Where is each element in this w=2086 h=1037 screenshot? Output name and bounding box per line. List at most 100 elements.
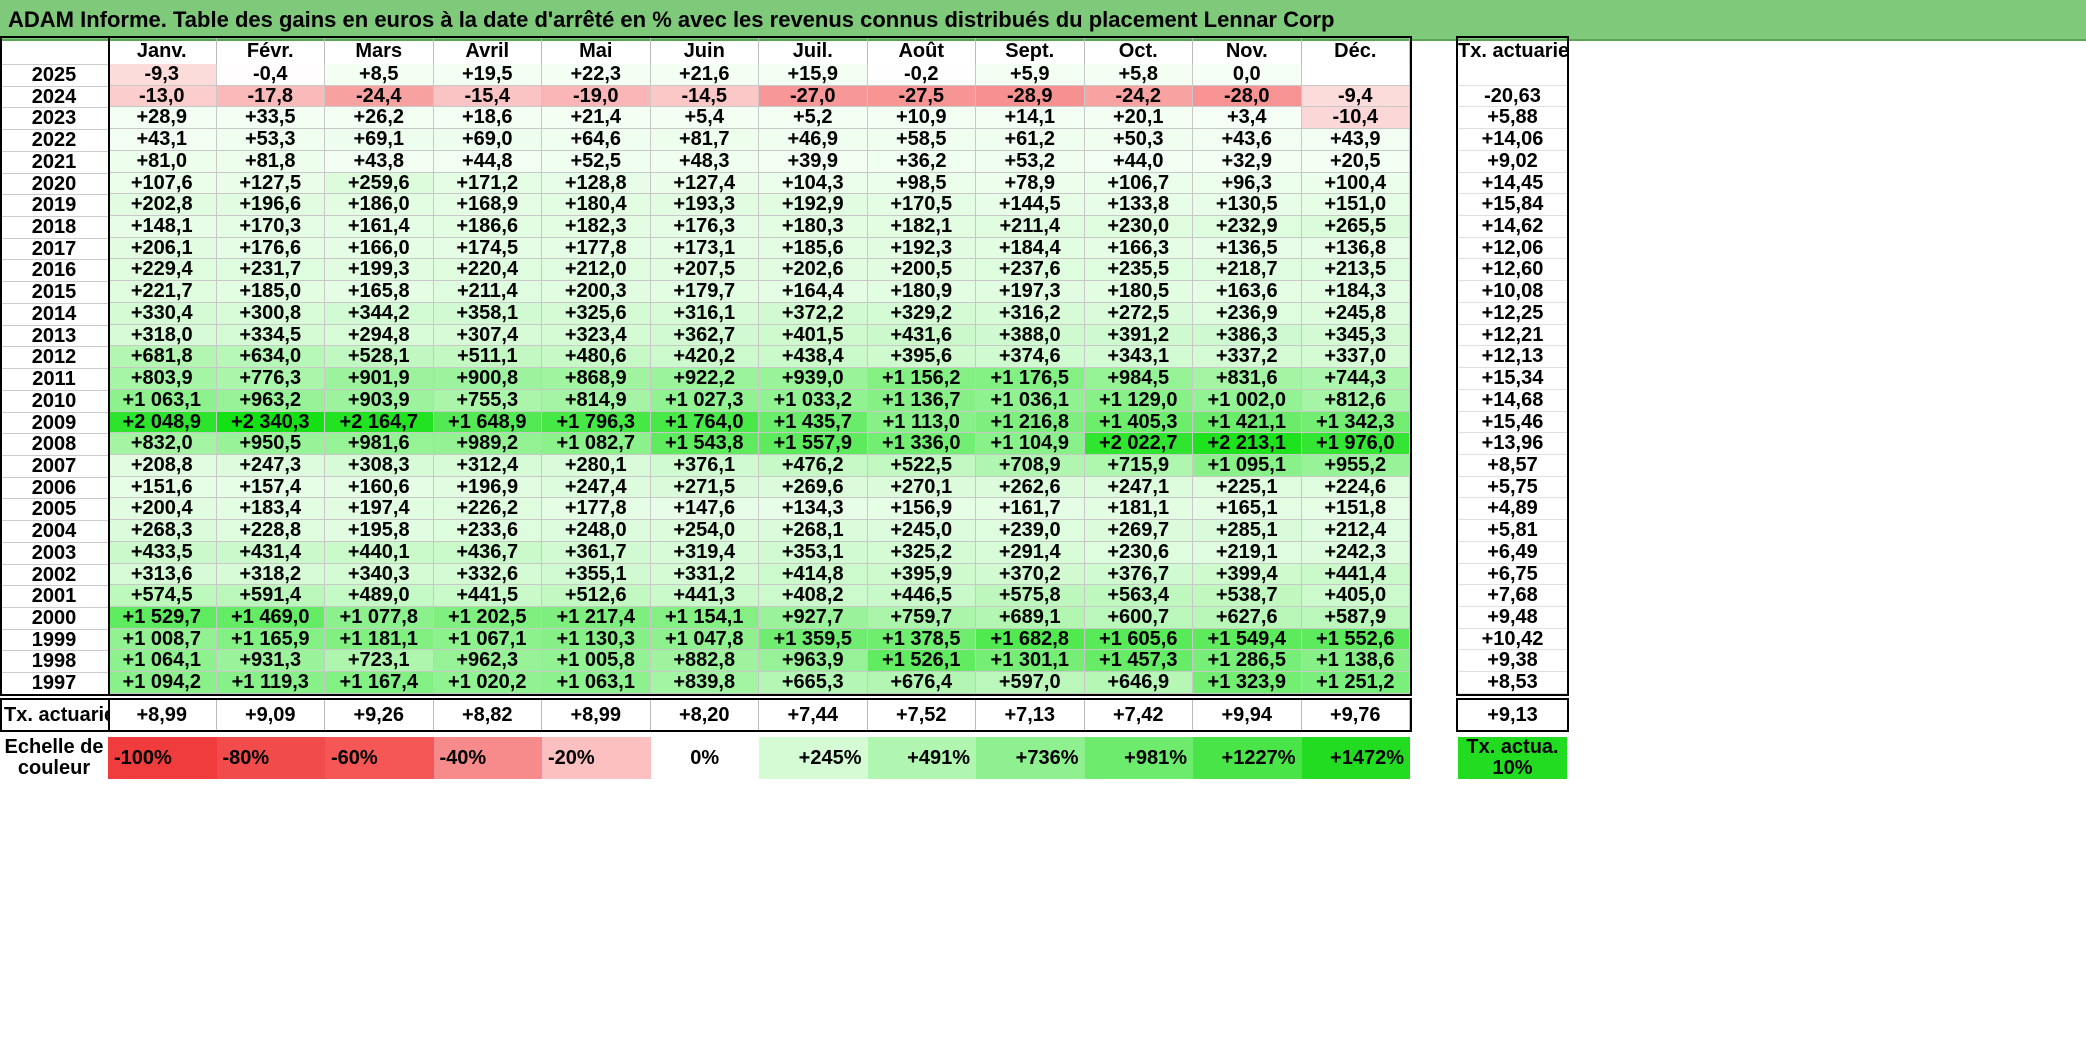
table-cell: +186,6	[433, 216, 542, 238]
table-cell: +237,6	[976, 259, 1085, 282]
table-cell: +232,9	[1193, 216, 1302, 238]
table-cell: +395,9	[867, 563, 976, 586]
rate-cell: +8,57	[1458, 455, 1567, 477]
rate-cell: +7,68	[1458, 585, 1567, 607]
table-cell: +300,8	[216, 302, 325, 325]
table-cell: +1 457,3	[1084, 650, 1193, 673]
table-cell: +269,6	[759, 476, 868, 499]
table-cell: +170,3	[216, 216, 325, 238]
table-cell: +1 165,9	[216, 628, 325, 651]
table-cell: +963,9	[759, 650, 868, 673]
table-cell: +337,0	[1301, 346, 1410, 369]
table-cell: +1 552,6	[1301, 628, 1410, 651]
table-cell: +319,4	[650, 541, 759, 564]
table-cell: +676,4	[867, 672, 976, 694]
table-cell: +372,2	[759, 302, 868, 325]
year-label: 2025	[0, 64, 108, 86]
table-cell: +228,8	[216, 520, 325, 542]
table-cell: +69,0	[433, 129, 542, 151]
table-cell: +206,1	[108, 237, 217, 260]
table-cell: +130,5	[1193, 194, 1302, 217]
table-cell: +1 036,1	[976, 389, 1085, 412]
table-cell: +247,1	[1084, 476, 1193, 499]
table-cell: +981,6	[325, 433, 434, 455]
table-cell: +528,1	[325, 346, 434, 369]
table-cell: +1 336,0	[867, 433, 976, 455]
year-label: 2016	[0, 259, 108, 281]
rate-cell: +14,62	[1458, 216, 1567, 238]
table-cell: +1 421,1	[1193, 411, 1302, 434]
table-cell: +1 138,6	[1301, 650, 1410, 673]
report-title-bar: ADAM Informe. Table des gains en euros à…	[0, 0, 2086, 41]
year-label: 2020	[0, 172, 108, 194]
footer-cell: +9,76	[1302, 700, 1410, 730]
table-cell: +247,3	[216, 454, 325, 477]
table-cell: +438,4	[759, 346, 868, 369]
table-cell: +78,9	[976, 172, 1085, 195]
table-cell: +1 286,5	[1193, 650, 1302, 673]
table-cell: +868,9	[542, 368, 651, 390]
year-label: 2018	[0, 216, 108, 238]
table-cell: +233,6	[433, 520, 542, 542]
table-cell: +922,2	[650, 368, 759, 390]
table-cell: +440,1	[325, 541, 434, 564]
table-cell: +1 682,8	[976, 628, 1085, 651]
table-cell: +26,2	[325, 107, 434, 130]
table-cell: -9,3	[108, 64, 217, 86]
table-cell: +1 526,1	[867, 650, 976, 673]
rate-cell: +10,42	[1458, 629, 1567, 651]
table-cell: +43,9	[1301, 129, 1410, 151]
table-cell: +48,3	[650, 150, 759, 173]
rate-cell: +4,89	[1458, 498, 1567, 521]
table-cell: +5,4	[650, 107, 759, 130]
table-cell: +812,6	[1301, 389, 1410, 412]
table-cell: +156,9	[867, 498, 976, 521]
table-cell: +225,1	[1193, 476, 1302, 499]
table-cell: +151,6	[108, 476, 217, 499]
table-cell: +208,8	[108, 454, 217, 477]
table-cell: +43,8	[325, 150, 434, 173]
table-cell: +3,4	[1193, 107, 1302, 130]
year-label: 1997	[0, 672, 108, 694]
year-label: 2011	[0, 368, 108, 390]
year-label: 2024	[0, 85, 108, 107]
year-label: 2000	[0, 607, 108, 629]
table-cell: +1 119,3	[216, 672, 325, 694]
table-cell: +1 033,2	[759, 389, 868, 412]
table-cell: +362,7	[650, 324, 759, 347]
table-cell: +388,0	[976, 324, 1085, 347]
table-cell: +294,8	[325, 324, 434, 347]
table-cell: +43,1	[108, 129, 217, 151]
table-cell: -13,0	[108, 85, 217, 108]
year-label: 2023	[0, 107, 108, 129]
footer-cell: +9,26	[325, 700, 434, 730]
table-cell: +1 002,0	[1193, 389, 1302, 412]
scale-stop: 0%	[650, 737, 759, 779]
table-cell: +166,0	[325, 237, 434, 260]
scale-label: Echelle de couleur	[4, 737, 104, 779]
table-cell: +5,8	[1084, 64, 1193, 86]
table-cell: +480,6	[542, 346, 651, 369]
scale-stop: -80%	[216, 737, 325, 779]
table-cell: +665,3	[759, 672, 868, 694]
table-cell: +224,6	[1301, 476, 1410, 499]
rate-cell: +14,06	[1458, 129, 1567, 151]
table-cell: +1 008,7	[108, 628, 217, 651]
rate-cell: +12,60	[1458, 259, 1567, 282]
table-cell: +512,6	[542, 585, 651, 607]
table-cell: +81,8	[216, 150, 325, 173]
table-cell: +345,3	[1301, 324, 1410, 347]
footer-cell: +8,82	[434, 700, 542, 730]
month-header: Janv.	[108, 38, 217, 64]
rate-cell: +9,38	[1458, 650, 1567, 673]
table-cell: +180,3	[759, 216, 868, 238]
table-cell: +173,1	[650, 237, 759, 260]
rate-cell: -20,63	[1458, 86, 1567, 108]
table-cell: +185,6	[759, 237, 868, 260]
table-cell: +329,2	[867, 302, 976, 325]
rate-cell: +15,84	[1458, 194, 1567, 217]
table-cell: +1 301,1	[976, 650, 1085, 673]
month-header: Avril	[434, 38, 542, 64]
table-cell: 0,0	[1193, 64, 1302, 86]
table-cell: +1 020,2	[433, 672, 542, 694]
